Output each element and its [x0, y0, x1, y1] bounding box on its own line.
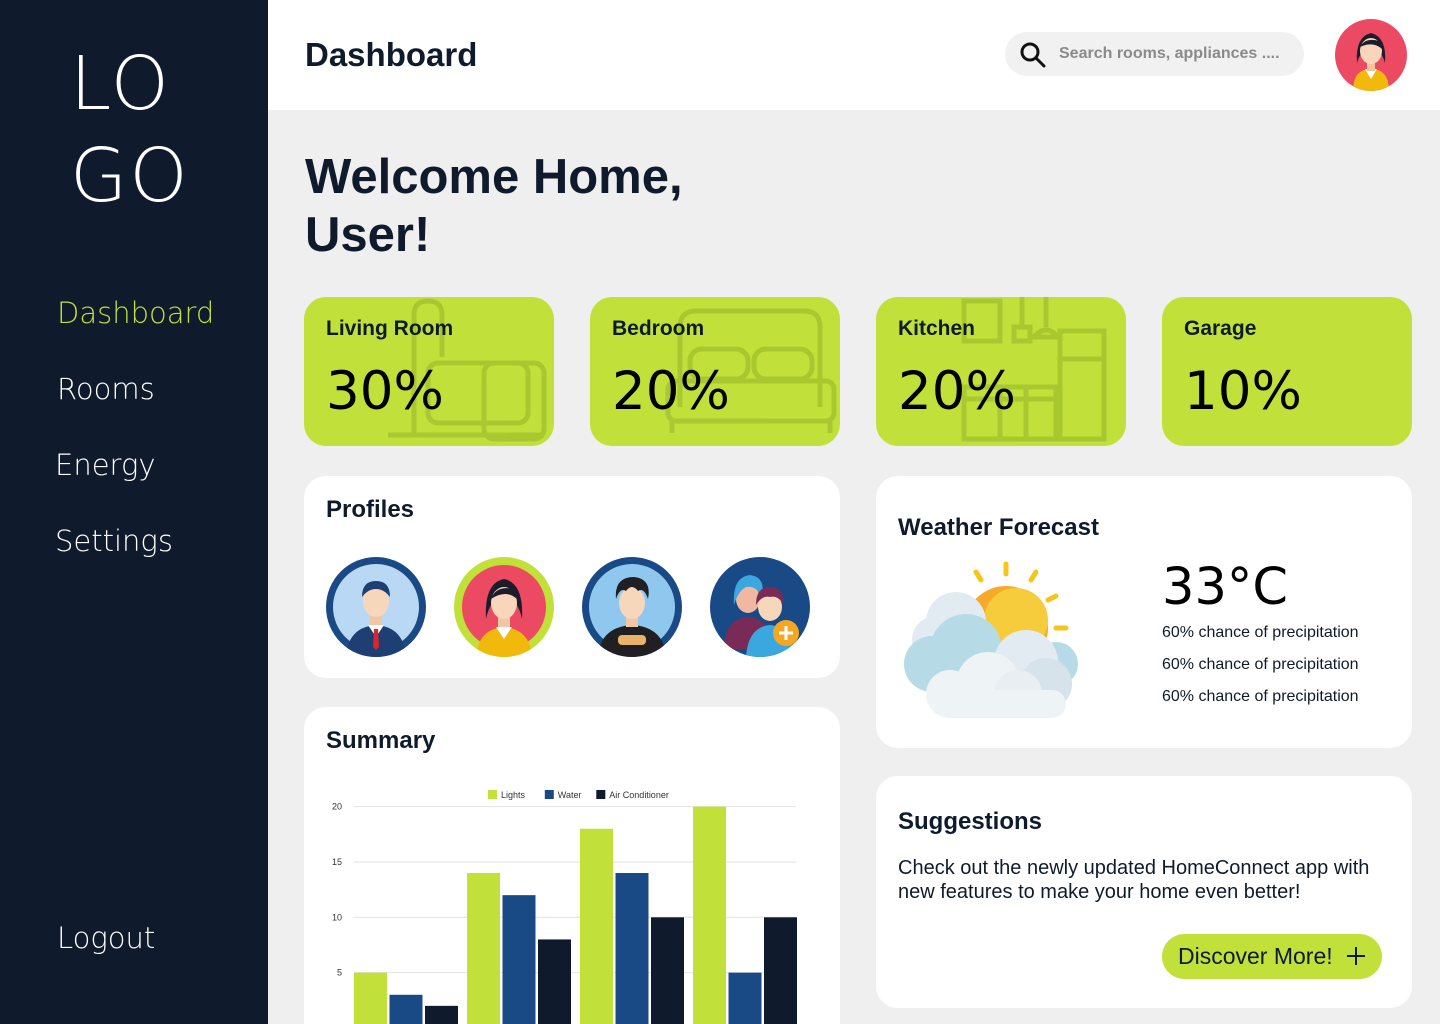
chart-bar [425, 1005, 458, 1024]
chart-bar [502, 895, 536, 1024]
profile-avatar[interactable] [582, 557, 682, 657]
chart-legend-swatch [596, 790, 606, 799]
chart-bar [651, 917, 684, 1024]
chart-y-tick-label: 5 [337, 968, 342, 978]
chart-bar [615, 873, 649, 1024]
chart-legend-label: Water [558, 790, 582, 800]
room-card-living-room[interactable]: Living Room 30% [304, 297, 554, 446]
chart-bar [728, 972, 762, 1024]
nav-logout[interactable]: Logout [57, 921, 155, 955]
chart-y-tick-label: 15 [332, 857, 342, 867]
weather-title: Weather Forecast [898, 514, 1099, 541]
room-name: Bedroom [612, 317, 705, 340]
room-usage: 20% [898, 361, 1016, 422]
woman-avatar-icon [1353, 33, 1389, 91]
suggestions-card: Suggestions Check out the newly updated … [876, 776, 1412, 1008]
profile-avatar[interactable] [454, 557, 554, 657]
chart-legend-label: Lights [501, 790, 526, 800]
chart-legend-swatch [488, 790, 497, 799]
chart-bar [764, 917, 797, 1024]
chart-bar [389, 994, 423, 1024]
chart-y-tick-label: 20 [332, 802, 342, 812]
chart-bar [538, 939, 571, 1024]
header: Dashboard [268, 0, 1440, 110]
profiles-title: Profiles [326, 496, 415, 523]
nav-rooms[interactable]: Rooms [57, 372, 155, 406]
weather-card: Weather Forecast 33°C 60% chance of prec… [876, 476, 1412, 748]
room-usage: 10% [1184, 361, 1302, 422]
summary-card: Summary 5 10 15 20 Lights Water Air Conditione… [304, 707, 840, 1024]
room-usage: 30% [326, 361, 444, 422]
discover-more-label: Discover More! [1178, 943, 1333, 969]
temperature: 33°C [1162, 558, 1289, 617]
precipitation-line: 60% chance of precipitation [1162, 624, 1359, 641]
chart-bar [467, 873, 500, 1024]
room-card-kitchen[interactable]: Kitchen 20% [876, 297, 1126, 446]
plus-icon [1347, 947, 1365, 965]
boy-avatar-icon [589, 564, 675, 657]
partly-cloudy-icon [904, 561, 1078, 718]
profiles-card: Profiles [304, 476, 840, 678]
discover-more-button[interactable]: Discover More! [1162, 934, 1382, 979]
summary-chart: 5 10 15 20 Lights Water Air Conditioner [332, 790, 797, 1024]
room-card-bedroom[interactable]: Bedroom 20% [590, 297, 840, 446]
page-title: Dashboard [305, 36, 478, 73]
room-name: Garage [1184, 317, 1257, 340]
chart-legend-label: Air Conditioner [609, 790, 669, 800]
add-user-icon [724, 575, 799, 657]
logo: LO GO [70, 41, 190, 219]
profile-avatar[interactable] [326, 557, 426, 657]
chart-bar [693, 806, 726, 1024]
nav-settings[interactable]: Settings [55, 524, 173, 558]
chart-y-tick-label: 10 [332, 912, 342, 922]
nav-dashboard[interactable]: Dashboard [57, 296, 214, 330]
precipitation-line: 60% chance of precipitation [1162, 656, 1359, 673]
precipitation-line: 60% chance of precipitation [1162, 688, 1359, 705]
suggestions-title: Suggestions [898, 808, 1043, 835]
search-bar[interactable] [1005, 32, 1304, 76]
user-avatar[interactable] [1335, 19, 1407, 91]
add-profile-button[interactable] [710, 557, 810, 657]
chart-bar [580, 828, 613, 1024]
room-name: Living Room [326, 317, 454, 340]
man-avatar-icon [333, 564, 419, 657]
welcome-heading: Welcome Home, User! [305, 150, 683, 262]
room-name: Kitchen [898, 317, 976, 340]
room-card-garage[interactable]: Garage 10% [1162, 297, 1412, 446]
nav-energy[interactable]: Energy [55, 448, 156, 482]
suggestion-text: Check out the newly updated HomeConnect … [898, 857, 1370, 903]
chart-legend-swatch [544, 790, 554, 799]
sidebar: LO GO Dashboard Rooms Energy Settings Lo… [0, 0, 268, 1024]
search-input[interactable] [1059, 32, 1295, 76]
woman-avatar-icon [462, 565, 546, 657]
search-icon [1020, 42, 1046, 68]
room-usage: 20% [612, 361, 730, 422]
chart-bar [354, 972, 387, 1024]
